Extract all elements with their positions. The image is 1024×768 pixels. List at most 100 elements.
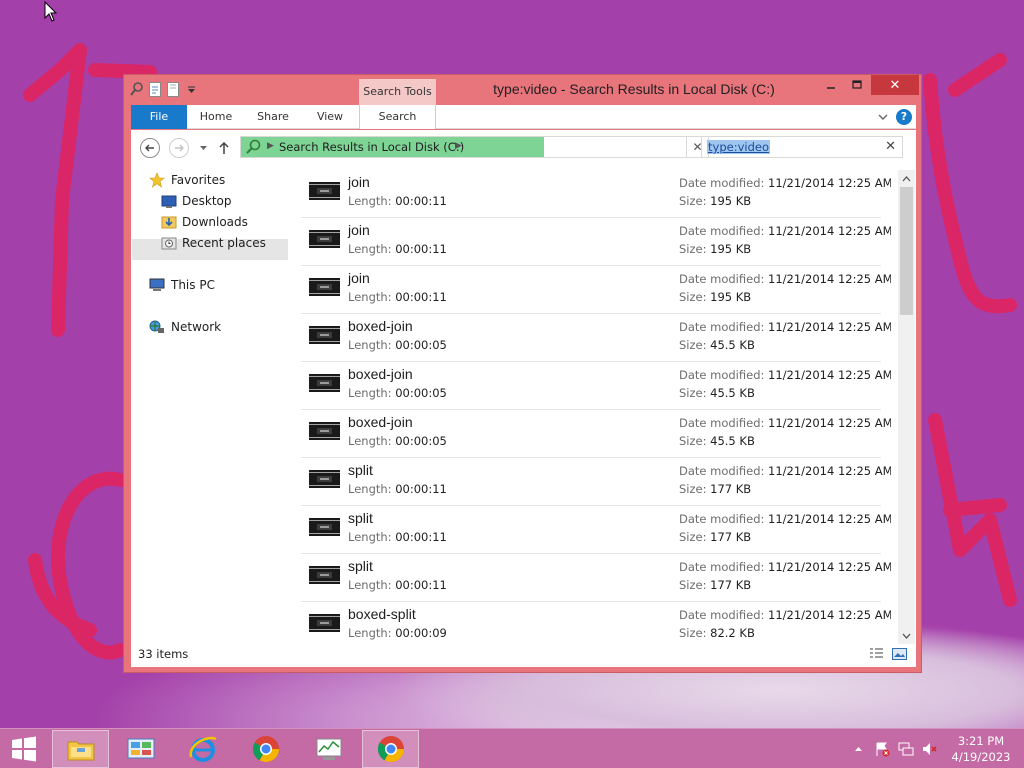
- forward-button[interactable]: [169, 138, 189, 158]
- taskbar-app-chrome[interactable]: [237, 730, 294, 768]
- new-folder-icon[interactable]: [166, 81, 180, 97]
- nav-item-this-pc[interactable]: This PC: [149, 275, 279, 296]
- tab-home[interactable]: Home: [191, 105, 241, 129]
- expand-ribbon-chevron-icon[interactable]: [876, 110, 890, 124]
- search-results-icon: [246, 139, 261, 154]
- nav-item-network[interactable]: Network: [149, 317, 279, 338]
- video-file-icon: [309, 614, 340, 632]
- address-bar[interactable]: ▶ Search Results in Local Disk (C:) ▶: [240, 136, 764, 158]
- length-label: Length:: [348, 338, 392, 352]
- nav-item-favorites[interactable]: Favorites: [149, 170, 279, 191]
- size-value: 82.2 KB: [710, 626, 755, 640]
- list-item[interactable]: join Length: 00:00:11 Date modified: 11/21…: [301, 218, 891, 266]
- scroll-up-arrow-icon[interactable]: [898, 170, 915, 187]
- list-item[interactable]: split Length: 00:00:11 Date modified: 11/2…: [301, 554, 891, 602]
- date-modified-label: Date modified:: [679, 320, 765, 334]
- large-icons-view-icon[interactable]: [892, 647, 907, 661]
- video-file-icon: [309, 518, 340, 536]
- list-item[interactable]: boxed-split Length: 00:00:09 Date modified…: [301, 602, 891, 644]
- start-button[interactable]: [0, 729, 48, 768]
- chrome-icon: [252, 736, 279, 763]
- length-value: 00:00:05: [395, 338, 447, 352]
- file-list: join Length: 00:00:11 Date modified: 11/21…: [301, 170, 891, 644]
- maximize-button[interactable]: [844, 75, 870, 95]
- taskbar-app-control-panel[interactable]: [112, 730, 169, 768]
- file-name: split: [348, 510, 373, 526]
- file-length: Length: 00:00:11: [348, 530, 447, 544]
- taskbar-app-internet-explorer[interactable]: [174, 730, 231, 768]
- file-length: Length: 00:00:05: [348, 434, 447, 448]
- list-item[interactable]: join Length: 00:00:11 Date modified: 11/21…: [301, 266, 891, 314]
- taskbar-app-performance-monitor[interactable]: [300, 730, 357, 768]
- details-view-icon[interactable]: [869, 647, 884, 661]
- nav-item-desktop[interactable]: Desktop: [161, 191, 281, 212]
- date-modified-label: Date modified:: [679, 416, 765, 430]
- tab-file[interactable]: File: [131, 105, 187, 129]
- file-name: split: [348, 462, 373, 478]
- scrollbar-thumb[interactable]: [900, 187, 913, 315]
- properties-icon[interactable]: [148, 81, 162, 97]
- date-modified-label: Date modified:: [679, 560, 765, 574]
- list-item[interactable]: boxed-join Length: 00:00:05 Date modified:…: [301, 314, 891, 362]
- recent-locations-dropdown-icon[interactable]: [197, 142, 209, 154]
- size-label: Size:: [679, 434, 707, 448]
- help-button[interactable]: ?: [896, 109, 912, 125]
- search-query-text[interactable]: type:video: [707, 140, 770, 154]
- tab-share[interactable]: Share: [248, 105, 298, 129]
- title-bar[interactable]: Search Tools type:video - Search Results…: [124, 75, 921, 105]
- breadcrumb-separator-icon[interactable]: ▶: [455, 141, 462, 151]
- back-button[interactable]: [140, 138, 160, 158]
- tab-search[interactable]: Search: [359, 105, 436, 129]
- breadcrumb-search-results[interactable]: Search Results in Local Disk (C:): [279, 140, 464, 154]
- quick-access-toolbar: [130, 81, 198, 97]
- list-item[interactable]: boxed-join Length: 00:00:05 Date modified:…: [301, 410, 891, 458]
- video-file-icon: [309, 182, 340, 200]
- file-date-modified: Date modified: 11/21/2014 12:25 AM: [679, 224, 891, 238]
- system-clock[interactable]: 3:21 PM 4/19/2023: [944, 733, 1018, 765]
- minimize-button[interactable]: [818, 75, 844, 95]
- nav-item-downloads[interactable]: Downloads: [161, 212, 281, 233]
- breadcrumb-separator-icon[interactable]: ▶: [267, 141, 274, 151]
- search-field[interactable]: type:video ✕: [701, 136, 903, 158]
- file-explorer-icon: [67, 741, 94, 761]
- nav-item-recent-places[interactable]: Recent places: [161, 233, 281, 254]
- file-size: Size: 195 KB: [679, 242, 751, 256]
- downloads-icon: [161, 216, 177, 229]
- length-value: 00:00:09: [395, 626, 447, 640]
- clear-search-button[interactable]: ✕: [885, 139, 896, 154]
- file-size: Size: 82.2 KB: [679, 626, 755, 640]
- desktop-icon: [161, 195, 177, 208]
- nav-item-label: Favorites: [171, 173, 226, 187]
- status-bar: 33 items: [131, 642, 916, 667]
- taskbar-app-file-explorer[interactable]: [52, 730, 109, 768]
- taskbar-app-chrome[interactable]: [362, 730, 419, 768]
- length-label: Length:: [348, 482, 392, 496]
- close-button[interactable]: ✕: [871, 75, 919, 95]
- file-length: Length: 00:00:11: [348, 242, 447, 256]
- file-length: Length: 00:00:11: [348, 578, 447, 592]
- navigation-bar: ▶ Search Results in Local Disk (C:) ▶ ✕ …: [131, 130, 916, 166]
- list-item[interactable]: split Length: 00:00:11 Date modified: 11/2…: [301, 458, 891, 506]
- size-value: 177 KB: [710, 578, 752, 592]
- date-modified-value: 11/21/2014 12:25 AM: [768, 464, 891, 478]
- vertical-scrollbar[interactable]: [898, 170, 915, 644]
- magnifier-icon[interactable]: [130, 81, 144, 97]
- tab-view[interactable]: View: [305, 105, 355, 129]
- date-modified-value: 11/21/2014 12:25 AM: [768, 176, 891, 190]
- file-size: Size: 177 KB: [679, 530, 751, 544]
- file-length: Length: 00:00:09: [348, 626, 447, 640]
- customize-toolbar-dropdown-icon[interactable]: [184, 81, 198, 97]
- list-item[interactable]: join Length: 00:00:11 Date modified: 11/21…: [301, 170, 891, 218]
- size-value: 177 KB: [710, 530, 752, 544]
- network-icon[interactable]: [898, 741, 914, 757]
- list-item[interactable]: split Length: 00:00:11 Date modified: 11/2…: [301, 506, 891, 554]
- file-name: boxed-join: [348, 318, 413, 334]
- action-center-flag-icon[interactable]: [874, 741, 890, 757]
- up-arrow-button[interactable]: [217, 140, 231, 156]
- list-item[interactable]: boxed-join Length: 00:00:05 Date modified:…: [301, 362, 891, 410]
- file-length: Length: 00:00:05: [348, 338, 447, 352]
- chrome-icon: [377, 736, 404, 763]
- volume-muted-icon[interactable]: [922, 741, 938, 757]
- length-label: Length:: [348, 434, 392, 448]
- show-hidden-icons-icon[interactable]: [850, 741, 866, 757]
